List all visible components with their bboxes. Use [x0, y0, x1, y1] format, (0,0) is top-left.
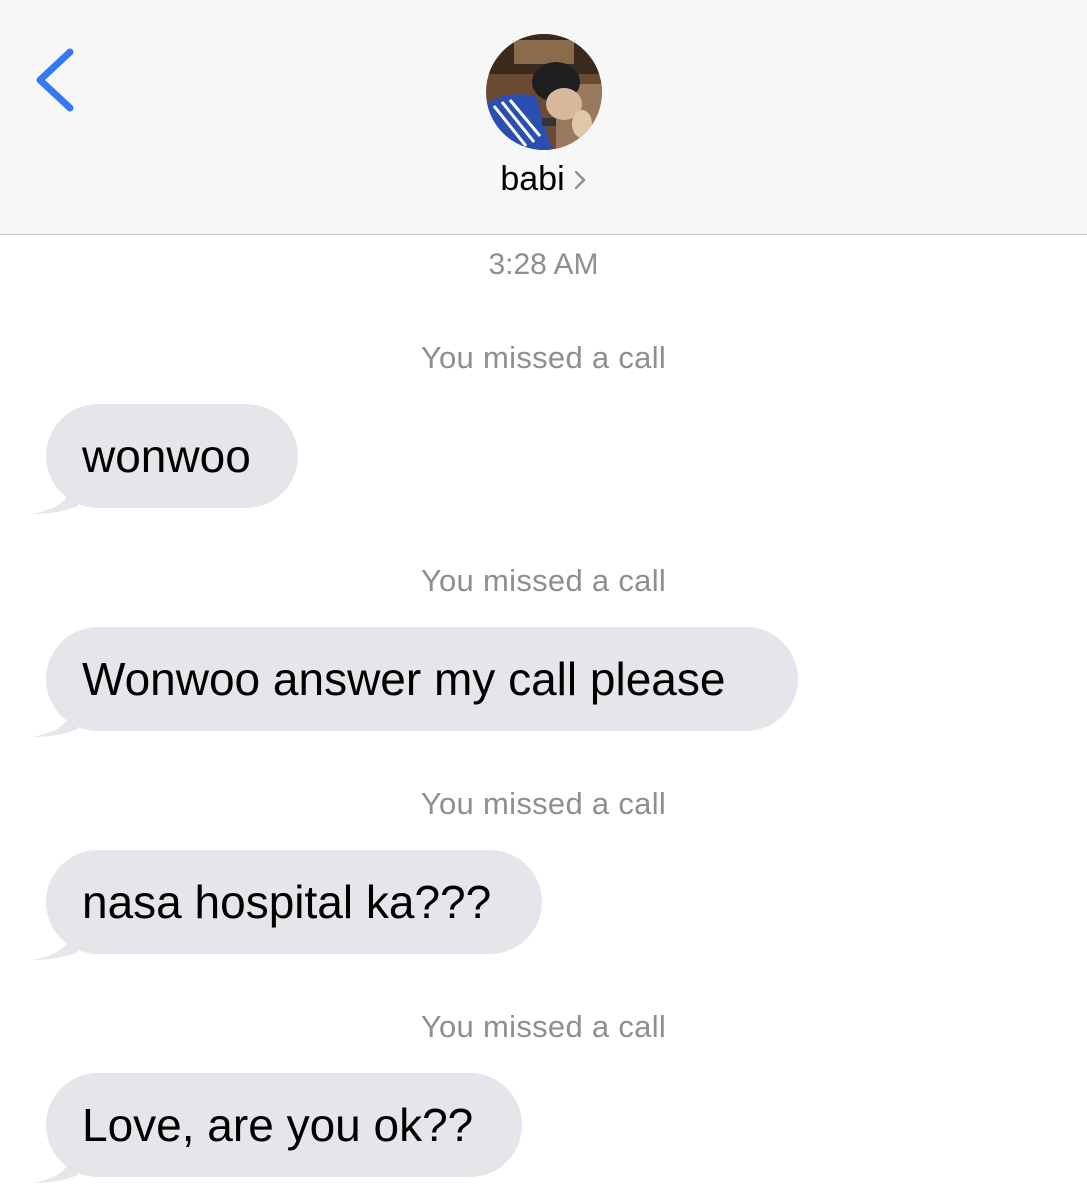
chevron-left-icon [36, 48, 74, 112]
conversation-header: babi [0, 0, 1087, 235]
missed-call-notice: You missed a call [420, 786, 667, 821]
message-text: Wonwoo answer my call please [46, 627, 798, 731]
message-text: wonwoo [46, 404, 298, 508]
message-text: Love, are you ok?? [46, 1073, 522, 1177]
message-bubble[interactable]: Wonwoo answer my call please [30, 627, 810, 739]
contact-name: babi [500, 160, 565, 198]
message-timestamp: 3:28 AM [488, 248, 599, 281]
missed-call-notice: You missed a call [420, 563, 667, 598]
missed-call-notice: You missed a call [420, 340, 667, 375]
contact-name-button[interactable]: babi [0, 160, 1087, 199]
back-button[interactable] [30, 44, 80, 116]
message-bubble[interactable]: wonwoo [30, 404, 310, 516]
message-bubble[interactable]: Love, are you ok?? [30, 1073, 534, 1185]
message-text: nasa hospital ka??? [46, 850, 542, 954]
avatar-photo [486, 34, 602, 150]
contact-avatar[interactable] [486, 34, 602, 150]
missed-call-notice: You missed a call [420, 1009, 667, 1044]
message-bubble[interactable]: nasa hospital ka??? [30, 850, 554, 962]
chevron-right-icon [574, 170, 585, 189]
